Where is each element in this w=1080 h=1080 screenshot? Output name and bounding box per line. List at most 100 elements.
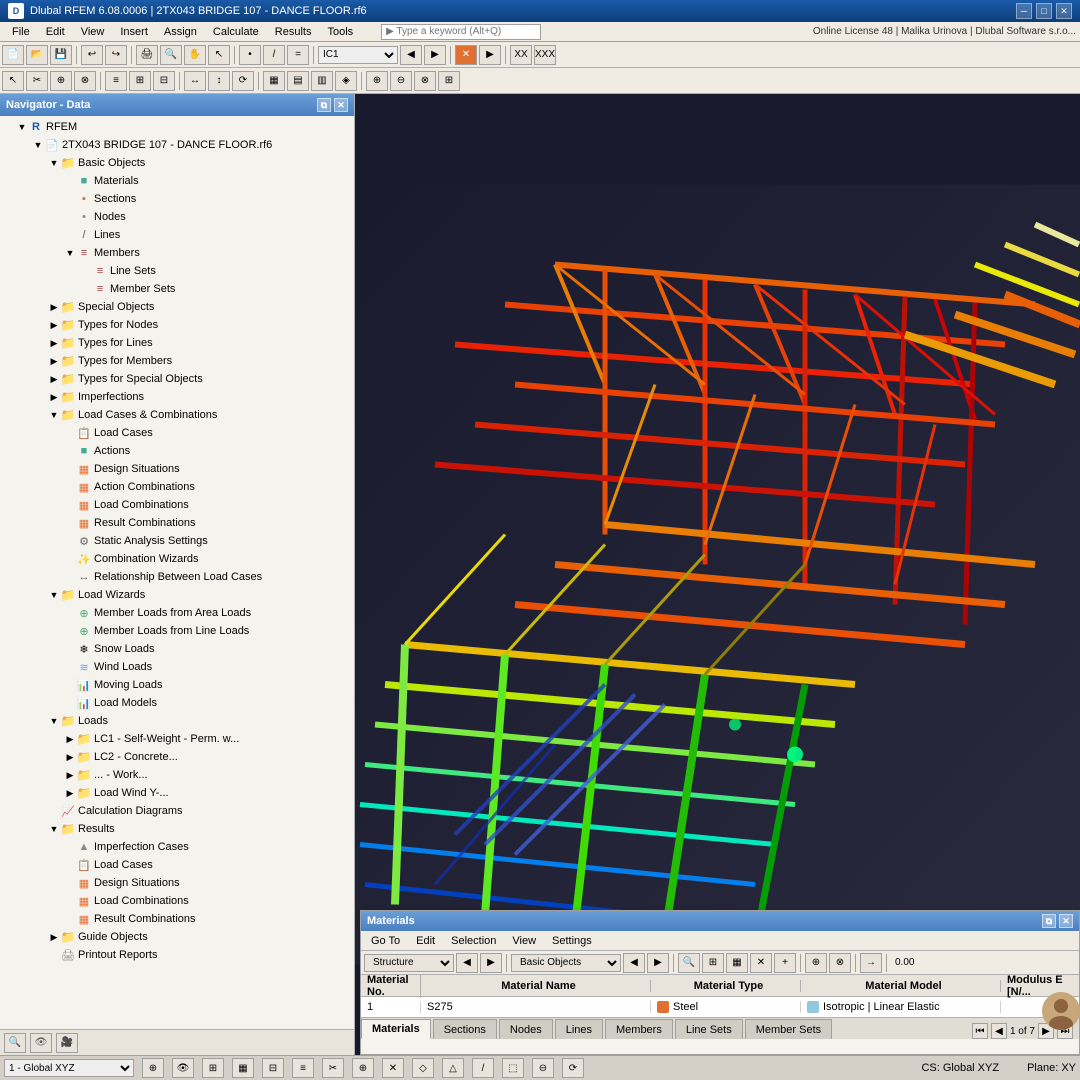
mat-close-button[interactable]: ✕ [1059,914,1073,928]
tree-item-special-objects[interactable]: ▶ 📁 Special Objects [0,298,354,316]
tab-member-sets[interactable]: Member Sets [745,1019,832,1039]
tree-item-basic-objects[interactable]: ▼ 📁 Basic Objects [0,154,354,172]
nav-camera-btn[interactable]: 🎥 [56,1033,78,1053]
tree-item-file[interactable]: ▼ 📄 2TX043 BRIDGE 107 - DANCE FLOOR.rf6 [0,136,354,154]
tree-item-lines[interactable]: / Lines [0,226,354,244]
select-button[interactable]: ↖ [208,45,230,65]
status-icon-4[interactable]: ▦ [232,1058,254,1078]
mat-table-button[interactable]: ▦ [726,953,748,973]
tree-item-actions[interactable]: ■ Actions [0,442,354,460]
tree-item-load-wizards[interactable]: ▼ 📁 Load Wizards [0,586,354,604]
mat-add-button[interactable]: + [774,953,796,973]
tree-item-results[interactable]: ▼ 📁 Results [0,820,354,838]
tree-item-members[interactable]: ▼ ≡ Members [0,244,354,262]
tree-item-lc-wind[interactable]: ▶ 📁 Load Wind Y-... [0,784,354,802]
status-icon-5[interactable]: ⊟ [262,1058,284,1078]
structure-combo[interactable]: Structure [364,954,454,972]
status-icon-9[interactable]: ✕ [382,1058,404,1078]
material-row-1[interactable]: 1 S275 Steel Isotropic | Linear Elastic [361,997,1079,1017]
status-icon-15[interactable]: ⟳ [562,1058,584,1078]
new-button[interactable]: 📄 [2,45,24,65]
mat-paste-button[interactable]: ⊗ [829,953,851,973]
status-icon-2[interactable]: 👁 [172,1058,194,1078]
tree-item-moving-loads[interactable]: 📊 Moving Loads [0,676,354,694]
tb2-btn16[interactable]: ⊖ [390,71,412,91]
tb2-btn10[interactable]: ⟳ [232,71,254,91]
tb2-btn8[interactable]: ↔ [184,71,206,91]
menu-tools[interactable]: Tools [319,24,361,40]
mat-menu-selection[interactable]: Selection [445,933,502,949]
mat-menu-view[interactable]: View [506,933,542,949]
mat-restore-button[interactable]: ⧉ [1042,914,1056,928]
redo-button[interactable]: ↪ [105,45,127,65]
load-wizards-toggle[interactable]: ▼ [48,589,60,601]
basic-objects-combo[interactable]: Basic Objects [511,954,621,972]
rfem-toggle[interactable]: ▼ [16,121,28,133]
guide-objects-toggle[interactable]: ▶ [48,931,60,943]
lc-work-toggle[interactable]: ▶ [64,769,76,781]
tree-item-imperfections[interactable]: ▶ 📁 Imperfections [0,388,354,406]
results-toggle[interactable]: ▼ [48,823,60,835]
mat-menu-settings[interactable]: Settings [546,933,598,949]
tb2-btn12[interactable]: ▤ [287,71,309,91]
basic-objects-toggle[interactable]: ▼ [48,157,60,169]
open-button[interactable]: 📂 [26,45,48,65]
tree-item-line-sets[interactable]: ≡ Line Sets [0,262,354,280]
tree-item-result-design-situations[interactable]: ▦ Design Situations [0,874,354,892]
tree-item-guide-objects[interactable]: ▶ 📁 Guide Objects [0,928,354,946]
tb2-btn11[interactable]: ▦ [263,71,285,91]
zoom-button[interactable]: 🔍 [160,45,182,65]
status-icon-8[interactable]: ⊕ [352,1058,374,1078]
mat-next-button[interactable]: ▶ [480,953,502,973]
pan-button[interactable]: ✋ [184,45,206,65]
mat-menu-goto[interactable]: Go To [365,933,406,949]
menu-edit[interactable]: Edit [38,24,73,40]
tb2-btn1[interactable]: ↖ [2,71,24,91]
nav-eye-icon-btn[interactable]: 🔍 [4,1033,26,1053]
mat-prev-button[interactable]: ◀ [456,953,478,973]
tb2-btn14[interactable]: ◈ [335,71,357,91]
menu-calculate[interactable]: Calculate [205,24,267,40]
tb2-btn7[interactable]: ⊟ [153,71,175,91]
node-button[interactable]: • [239,45,261,65]
tb2-btn3[interactable]: ⊕ [50,71,72,91]
mat-search-button[interactable]: 🔍 [678,953,700,973]
load-case-combo[interactable]: IC1 [318,46,398,64]
prev-case-button[interactable]: ◀ [400,45,422,65]
tab-sections[interactable]: Sections [433,1019,497,1039]
mat-delete-button[interactable]: ✕ [750,953,772,973]
line-button[interactable]: / [263,45,285,65]
tree-item-result-load-comb[interactable]: ▦ Load Combinations [0,892,354,910]
tb2-btn9[interactable]: ↕ [208,71,230,91]
status-icon-6[interactable]: ≡ [292,1058,314,1078]
tab-members[interactable]: Members [605,1019,673,1039]
nav-close-button[interactable]: ✕ [334,98,348,112]
tb2-btn6[interactable]: ⊞ [129,71,151,91]
tb2-btn15[interactable]: ⊕ [366,71,388,91]
minimize-button[interactable]: ─ [1016,3,1032,19]
mat-go-left-button[interactable]: ◀ [623,953,645,973]
member-button[interactable]: = [287,45,309,65]
mat-filter-button[interactable]: ⊞ [702,953,724,973]
tb2-btn13[interactable]: ▥ [311,71,333,91]
lc1-toggle[interactable]: ▶ [64,733,76,745]
tree-item-static-analysis[interactable]: ⚙ Static Analysis Settings [0,532,354,550]
tree-item-types-lines[interactable]: ▶ 📁 Types for Lines [0,334,354,352]
tree-item-imperfection-cases[interactable]: ▲ Imperfection Cases [0,838,354,856]
imperfections-toggle[interactable]: ▶ [48,391,60,403]
tb2-btn17[interactable]: ⊗ [414,71,436,91]
status-icon-3[interactable]: ⊞ [202,1058,224,1078]
status-icon-12[interactable]: / [472,1058,494,1078]
tab-nodes[interactable]: Nodes [499,1019,553,1039]
members-toggle[interactable]: ▼ [64,247,76,259]
nav-restore-button[interactable]: ⧉ [317,98,331,112]
menu-file[interactable]: File [4,24,38,40]
maximize-button[interactable]: □ [1036,3,1052,19]
tree-item-load-models[interactable]: 📊 Load Models [0,694,354,712]
tb2-btn2[interactable]: ✂ [26,71,48,91]
tree-item-types-special[interactable]: ▶ 📁 Types for Special Objects [0,370,354,388]
tab-line-sets[interactable]: Line Sets [675,1019,743,1039]
special-objects-toggle[interactable]: ▶ [48,301,60,313]
lc-wind-toggle[interactable]: ▶ [64,787,76,799]
print-button[interactable]: 🖨 [136,45,158,65]
